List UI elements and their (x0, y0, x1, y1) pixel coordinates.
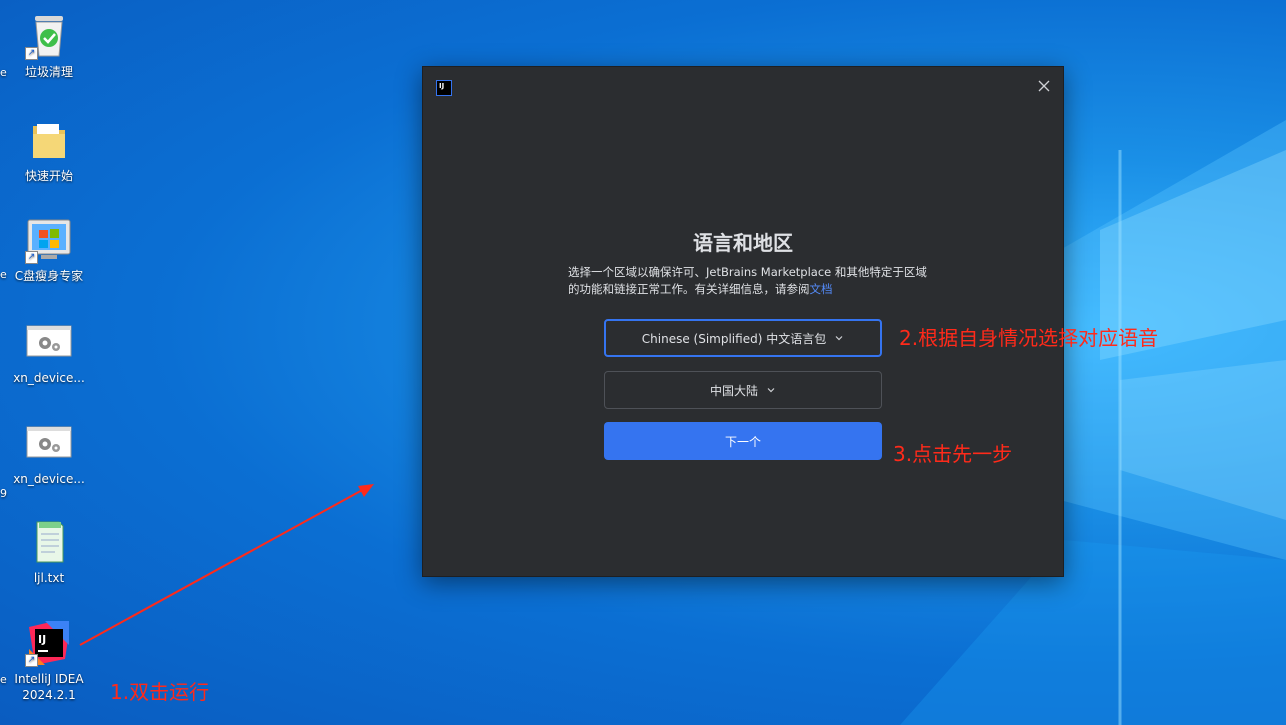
annotation-step2: 2.根据自身情况选择对应语音 (899, 326, 1159, 350)
annotation-arrow (79, 484, 374, 646)
annotation-step3: 3.点击先一步 (893, 442, 1013, 466)
annotation-step1: 1.双击运行 (110, 680, 210, 704)
